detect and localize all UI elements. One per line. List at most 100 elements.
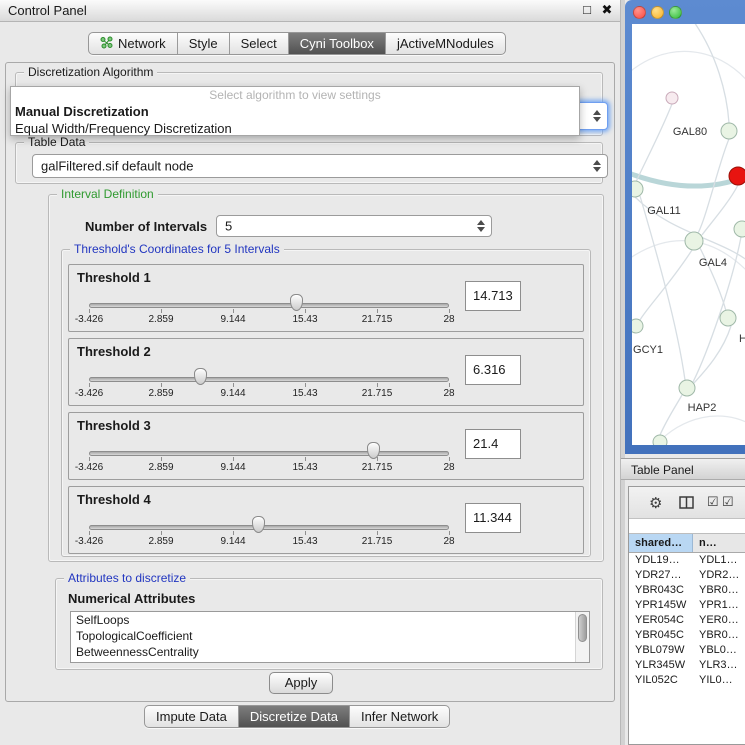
scale-tick (161, 383, 162, 387)
scale-tick-label: 9.144 (220, 462, 245, 473)
tab-label: Style (189, 36, 218, 51)
scale-tick-label: 15.43 (292, 536, 317, 547)
mac-close-icon[interactable] (633, 6, 646, 19)
network-node[interactable] (685, 232, 703, 250)
column-header-name[interactable]: n… (693, 534, 745, 552)
network-node-label: GCY1 (633, 344, 663, 356)
network-node[interactable] (721, 123, 737, 139)
checkbox-icon[interactable]: ☑ (722, 494, 734, 510)
table-cell: YIL052C (635, 673, 693, 688)
dropdown-option-equal-width-frequency[interactable]: Equal Width/Frequency Discretization (11, 120, 579, 137)
threshold-value-field[interactable]: 6.316 (465, 355, 521, 385)
number-of-intervals-label: Number of Intervals (85, 219, 207, 234)
table-data-group: Table Data galFiltered.sif default node (15, 142, 603, 184)
scale-tick (377, 309, 378, 313)
network-node[interactable] (632, 319, 643, 333)
table-row[interactable]: YLR345WYLR3… (629, 658, 745, 673)
scale-tick (89, 309, 90, 313)
scale-tick-label: 9.144 (220, 388, 245, 399)
table-row[interactable]: YIL052CYIL0… (629, 673, 745, 688)
scale-tick-label: 21.715 (362, 314, 393, 325)
dropdown-placeholder-option[interactable]: Select algorithm to view settings (11, 87, 579, 103)
network-node-label: GAL4 (699, 257, 727, 269)
threshold-panel: Threshold 4 -3.4262.8599.14415.4321.7152… (68, 486, 584, 554)
table-toolbar: ⚙ ☑ ☑ (629, 487, 745, 519)
scale-tick-label: 9.144 (220, 536, 245, 547)
window-title: Control Panel (8, 3, 87, 18)
network-node[interactable] (720, 310, 736, 326)
top-tab-bar: Network Style Select Cyni Toolbox jActiv… (88, 32, 506, 55)
float-window-icon[interactable]: □ (578, 2, 596, 17)
scale-tick-label: 21.715 (362, 388, 393, 399)
table-row[interactable]: YBR045CYBR0… (629, 628, 745, 643)
scale-tick (449, 383, 450, 387)
threshold-label: Threshold 1 (77, 270, 151, 285)
threshold-value-field[interactable]: 14.713 (465, 281, 521, 311)
network-canvas[interactable]: GAL80GAL11GAL4GCY1HHAP2 (632, 24, 745, 445)
table-row[interactable]: YDL19…YDL1… (629, 553, 745, 568)
slider-track[interactable] (89, 377, 449, 382)
column-header-shared-name[interactable]: shared… (629, 534, 693, 552)
network-node[interactable] (679, 380, 695, 396)
network-node[interactable] (632, 181, 643, 197)
mac-zoom-icon[interactable] (669, 6, 682, 19)
list-scrollbar[interactable] (575, 612, 589, 662)
tab-discretize-data[interactable]: Discretize Data (239, 706, 350, 727)
attribute-list-item[interactable]: TopologicalCoefficient (71, 628, 589, 644)
network-node[interactable] (666, 92, 678, 104)
gear-icon[interactable]: ⚙ (649, 494, 662, 512)
cyni-toolbox-panel: Discretization Algorithm Table Data galF… (5, 62, 615, 702)
network-node[interactable] (729, 167, 745, 185)
tab-select[interactable]: Select (230, 33, 289, 54)
scale-tick (377, 383, 378, 387)
table-cell: YDL1… (699, 553, 745, 568)
tab-style[interactable]: Style (178, 33, 230, 54)
tab-network[interactable]: Network (89, 33, 178, 54)
threshold-panel: Threshold 3 -3.4262.8599.14415.4321.7152… (68, 412, 584, 480)
network-node-label: HAP2 (688, 402, 717, 414)
numerical-attributes-list[interactable]: SelfLoopsTopologicalCoefficientBetweenne… (70, 611, 590, 663)
table-row[interactable]: YBR043CYBR0… (629, 583, 745, 598)
table-cell: YBR043C (635, 583, 693, 598)
mac-minimize-icon[interactable] (651, 6, 664, 19)
threshold-value-field[interactable]: 21.4 (465, 429, 521, 459)
slider-scale: -3.4262.8599.14415.4321.71528 (69, 309, 583, 329)
tab-infer-network[interactable]: Infer Network (350, 706, 449, 727)
scrollbar-thumb[interactable] (578, 614, 587, 642)
slider-track[interactable] (89, 451, 449, 456)
scale-tick (305, 309, 306, 313)
table-cell: YLR3… (699, 658, 745, 673)
slider-track[interactable] (89, 303, 449, 308)
tab-impute-data[interactable]: Impute Data (145, 706, 239, 727)
scale-tick (161, 309, 162, 313)
apply-button[interactable]: Apply (269, 672, 333, 694)
table-cell: YDR27… (635, 568, 693, 583)
scale-tick-label: 9.144 (220, 314, 245, 325)
number-of-intervals-combobox[interactable]: 5 (216, 215, 492, 237)
scale-tick (305, 457, 306, 461)
network-node[interactable] (653, 435, 667, 445)
checkbox-icon[interactable]: ☑ (707, 494, 719, 510)
table-row[interactable]: YBL079WYBL0… (629, 643, 745, 658)
table-panel-window: ⚙ ☑ ☑ shared… n… YDL19…YDL1…YDR27…YDR2…Y… (628, 486, 745, 745)
tab-cyni-toolbox[interactable]: Cyni Toolbox (289, 33, 386, 54)
table-cell: YBL0… (699, 643, 745, 658)
threshold-panel: Threshold 2 -3.4262.8599.14415.4321.7152… (68, 338, 584, 406)
tab-jactivemnodules[interactable]: jActiveMNodules (386, 33, 505, 54)
table-row[interactable]: YPR145WYPR1… (629, 598, 745, 613)
scale-tick-label: 2.859 (148, 314, 173, 325)
scale-tick-label: -3.426 (75, 314, 103, 325)
network-node[interactable] (734, 221, 745, 237)
table-panel-title: Table Panel (631, 463, 694, 477)
attribute-list-item[interactable]: BetweennessCentrality (71, 644, 589, 660)
slider-track[interactable] (89, 525, 449, 530)
close-window-icon[interactable]: ✖ (598, 2, 616, 18)
scale-tick (89, 383, 90, 387)
table-row[interactable]: YER054CYER0… (629, 613, 745, 628)
columns-icon[interactable] (679, 496, 694, 513)
table-row[interactable]: YDR27…YDR2… (629, 568, 745, 583)
table-data-combobox[interactable]: galFiltered.sif default node (32, 154, 608, 178)
dropdown-option-manual-discretization[interactable]: Manual Discretization (11, 103, 579, 120)
threshold-value-field[interactable]: 11.344 (465, 503, 521, 533)
attribute-list-item[interactable]: SelfLoops (71, 612, 589, 628)
